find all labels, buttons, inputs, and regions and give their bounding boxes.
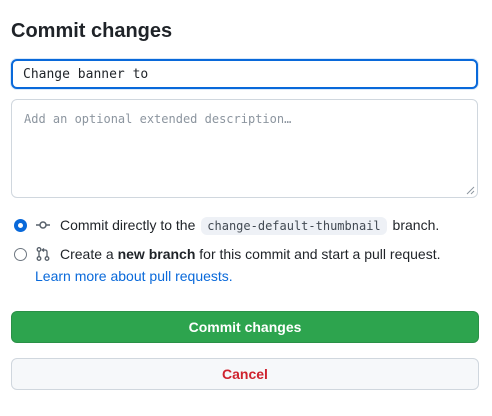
new-branch-bold: new branch xyxy=(117,246,196,262)
cancel-button[interactable]: Cancel xyxy=(11,358,479,390)
branch-name-code: change-default-thumbnail xyxy=(201,217,387,235)
new-branch-radio[interactable] xyxy=(14,247,27,261)
git-pull-request-icon xyxy=(35,246,51,262)
new-branch-prefix: Create a xyxy=(60,246,114,262)
commit-direct-label: Commit directly to the change-default-th… xyxy=(60,217,440,235)
commit-direct-option[interactable]: Commit directly to the change-default-th… xyxy=(14,217,440,235)
git-commit-icon xyxy=(35,217,51,233)
resize-handle-icon[interactable] xyxy=(465,185,475,195)
new-branch-option[interactable]: Create a new branch for this commit and … xyxy=(14,246,441,262)
commit-direct-radio[interactable] xyxy=(14,218,27,232)
extended-description-textarea[interactable] xyxy=(11,99,478,198)
new-branch-label: Create a new branch for this commit and … xyxy=(60,246,441,262)
commit-direct-suffix: branch. xyxy=(392,217,440,233)
new-branch-suffix: for this commit and start a pull request… xyxy=(199,246,441,262)
commit-direct-prefix: Commit directly to the xyxy=(60,217,196,233)
commit-changes-button[interactable]: Commit changes xyxy=(11,311,479,343)
commit-summary-input[interactable] xyxy=(11,59,478,89)
dialog-title: Commit changes xyxy=(11,20,173,42)
learn-more-pull-requests-link[interactable]: Learn more about pull requests. xyxy=(35,268,233,284)
